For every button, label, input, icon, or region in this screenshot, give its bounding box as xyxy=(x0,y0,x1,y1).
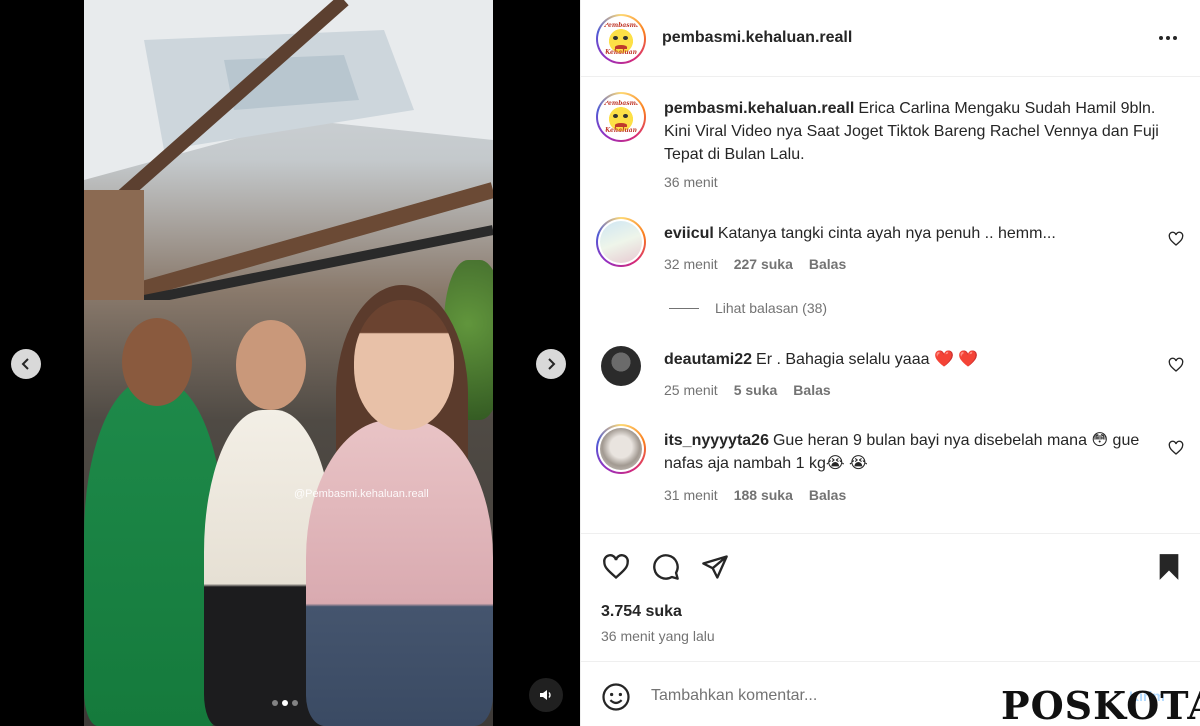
carousel-prev-button[interactable] xyxy=(11,349,41,379)
comment-meta: 31 menit 188 suka Balas xyxy=(664,487,846,503)
comment-text: its_nyyyyta26 Gue heran 9 bulan bayi nya … xyxy=(664,429,1164,475)
person-left-head xyxy=(122,318,192,406)
more-horizontal-icon xyxy=(1159,36,1163,40)
caption-time[interactable]: 36 menit xyxy=(664,174,718,190)
ceiling-illustration xyxy=(84,0,493,300)
avatar-logo: Pembasmi Kehaluan xyxy=(600,96,642,138)
poskota-watermark-logo: POSKOTA xyxy=(1001,683,1200,726)
caption-username[interactable]: pembasmi.kehaluan.reall xyxy=(664,100,854,117)
avatar-logo-text: Kehaluan xyxy=(604,126,638,134)
avatar-logo-text: Kehaluan xyxy=(604,48,638,56)
commenter-avatar[interactable] xyxy=(601,346,641,386)
heart-icon xyxy=(603,554,629,580)
comment-body: Katanya tangki cinta ayah nya penuh .. h… xyxy=(717,225,1056,242)
comment-time[interactable]: 31 menit xyxy=(664,487,718,503)
carousel-next-button[interactable] xyxy=(536,349,566,379)
bookmark-icon xyxy=(1159,554,1179,580)
person-right-head xyxy=(354,300,454,430)
video-watermark: @Pembasmi.kehaluan.reall xyxy=(294,488,429,500)
caption-avatar[interactable]: Pembasmi Kehaluan xyxy=(596,92,646,142)
person-left xyxy=(84,380,224,726)
heart-icon[interactable] xyxy=(1168,231,1184,247)
share-button[interactable] xyxy=(699,551,731,583)
post-header: Pembasmi Kehaluan pembasmi.kehaluan.real… xyxy=(581,0,1200,77)
comment-reply-button[interactable]: Balas xyxy=(809,256,846,272)
avatar-photo xyxy=(600,428,642,470)
carousel-dot-active xyxy=(282,700,288,706)
sound-toggle-button[interactable] xyxy=(529,678,563,712)
commenter-avatar[interactable] xyxy=(596,217,646,267)
comment-meta: 25 menit 5 suka Balas xyxy=(664,382,831,398)
more-dot xyxy=(1173,36,1177,40)
like-count[interactable]: 3.754 suka xyxy=(601,603,682,621)
avatar-logo-text: Pembasmi xyxy=(603,22,639,30)
comment-reply-button[interactable]: Balas xyxy=(793,382,830,398)
caption-meta: 36 menit xyxy=(664,174,718,190)
post-media: @Pembasmi.kehaluan.reall xyxy=(0,0,580,726)
person-middle-head xyxy=(236,320,306,410)
replies-divider xyxy=(669,307,699,309)
avatar-logo: Pembasmi Kehaluan xyxy=(600,18,642,60)
author-avatar[interactable]: Pembasmi Kehaluan xyxy=(596,14,646,64)
send-icon xyxy=(702,555,728,579)
more-options-button[interactable] xyxy=(1153,26,1183,50)
comment-time[interactable]: 32 menit xyxy=(664,256,718,272)
speaker-icon xyxy=(540,690,551,700)
caption-text: pembasmi.kehaluan.reall Erica Carlina Men… xyxy=(664,97,1164,166)
comment-button[interactable] xyxy=(650,551,682,583)
comment-time[interactable]: 25 menit xyxy=(664,382,718,398)
comment-likes[interactable]: 5 suka xyxy=(734,382,778,398)
like-button[interactable] xyxy=(600,551,632,583)
post-actions: 3.754 suka 36 menit yang lalu xyxy=(581,533,1200,661)
carousel-indicator xyxy=(272,700,298,706)
comments-list[interactable]: Pembasmi Kehaluan pembasmi.kehaluan.real… xyxy=(581,78,1200,533)
video-frame[interactable]: @Pembasmi.kehaluan.reall xyxy=(84,0,493,726)
heart-icon[interactable] xyxy=(1168,440,1184,456)
comment-username[interactable]: deautami22 xyxy=(664,351,752,368)
carousel-dot xyxy=(272,700,278,706)
comment-input[interactable] xyxy=(651,682,1031,710)
avatar-photo xyxy=(600,221,642,263)
comment-meta: 32 menit 227 suka Balas xyxy=(664,256,846,272)
person-right xyxy=(306,420,493,726)
view-replies-button[interactable]: Lihat balasan (38) xyxy=(669,300,827,316)
view-replies-label: Lihat balasan (38) xyxy=(715,300,828,316)
emoji-icon[interactable] xyxy=(601,682,631,712)
carousel-dot xyxy=(292,700,298,706)
comment-reply-button[interactable]: Balas xyxy=(809,487,846,503)
author-username[interactable]: pembasmi.kehaluan.reall xyxy=(662,29,852,47)
chevron-left-icon xyxy=(21,358,29,370)
comment-likes[interactable]: 188 suka xyxy=(734,487,793,503)
post-timestamp[interactable]: 36 menit yang lalu xyxy=(601,628,715,644)
commenter-avatar[interactable] xyxy=(596,424,646,474)
chevron-right-icon xyxy=(548,358,556,370)
comment-text: deautami22 Er . Bahagia selalu yaaa ❤️ ❤️ xyxy=(664,348,1164,371)
post-sidebar: Pembasmi Kehaluan pembasmi.kehaluan.real… xyxy=(580,0,1200,726)
avatar-logo-text: Pembasmi xyxy=(603,100,639,108)
heart-icon[interactable] xyxy=(1168,357,1184,373)
comment-text: eviicul Katanya tangki cinta ayah nya pen… xyxy=(664,222,1164,245)
comment-likes[interactable]: 227 suka xyxy=(734,256,793,272)
comment-icon xyxy=(653,554,679,580)
comment-composer: Kirim POSKOTA xyxy=(581,661,1200,726)
comment-username[interactable]: eviicul xyxy=(664,225,714,242)
comment-body: Er . Bahagia selalu yaaa ❤️ ❤️ xyxy=(756,351,979,368)
more-dot xyxy=(1166,36,1170,40)
save-button[interactable] xyxy=(1153,551,1185,583)
comment-username[interactable]: its_nyyyyta26 xyxy=(664,432,769,449)
